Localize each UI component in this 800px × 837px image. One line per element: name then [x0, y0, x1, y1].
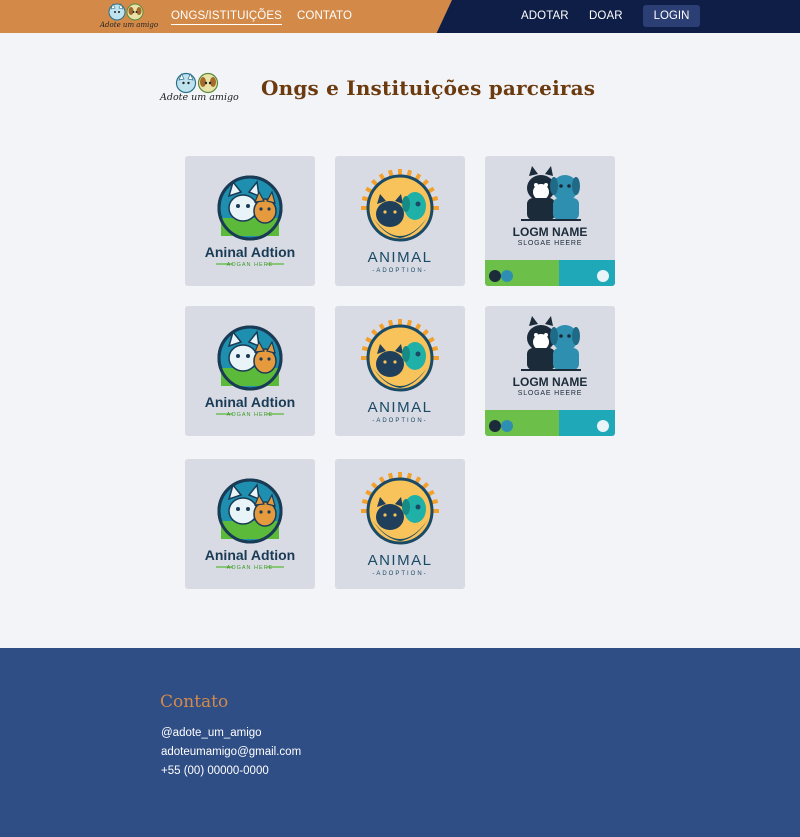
partner-name: ANIMAL: [368, 552, 433, 569]
partner-card[interactable]: ANIMAL -ADOPTION-: [335, 306, 465, 436]
page-logo-text: Adote um amigo: [160, 92, 239, 103]
partner-name: Aninal Adtion: [205, 244, 295, 260]
partner-logo-icon: LOGM NAME SLOGAE HEERE: [485, 316, 615, 436]
nav-link-doar[interactable]: DOAR: [589, 10, 623, 22]
partner-tagline: SLOGAE HEERE: [518, 390, 582, 397]
partner-tagline: -ADOPTION-: [372, 571, 427, 577]
nav-link-ongs[interactable]: ONGS/ISTITUIÇÕES: [171, 10, 282, 25]
partner-name: Aninal Adtion: [205, 547, 295, 563]
partner-logo-icon: LOGM NAME SLOGAE HEERE: [485, 166, 615, 286]
footer-title: Contato: [160, 692, 229, 712]
partner-card[interactable]: LOGM NAME SLOGAE HEERE: [485, 306, 615, 436]
partner-logo-icon: ANIMAL -ADOPTION-: [361, 319, 439, 424]
nav-link-contato[interactable]: CONTATO: [297, 10, 352, 22]
partner-card[interactable]: Aninal Adtion AOGAN HERE: [185, 156, 315, 286]
nav-brand-text: Adote um amigo: [100, 21, 159, 29]
footer: Contato @adote_um_amigo adoteumamigo@gma…: [0, 648, 800, 837]
top-navbar: Adote um amigo ONGS/ISTITUIÇÕES CONTATO …: [0, 0, 800, 33]
partner-logo-icon: Aninal Adtion AOGAN HERE: [205, 478, 295, 571]
partner-card[interactable]: LOGM NAME SLOGAE HEERE: [485, 156, 615, 286]
partner-logo-icon: Aninal Adtion AOGAN HERE: [205, 325, 295, 418]
pets-logo-icon: [108, 3, 144, 21]
partner-logo-icon: Aninal Adtion AOGAN HERE: [205, 175, 295, 268]
page-title: Ongs e Instituições parceiras: [261, 76, 596, 100]
pets-logo-icon: [175, 72, 219, 94]
nav-link-adotar[interactable]: ADOTAR: [521, 10, 569, 22]
footer-instagram[interactable]: @adote_um_amigo: [161, 727, 262, 739]
partner-tagline: -ADOPTION-: [372, 268, 427, 274]
partner-card[interactable]: ANIMAL -ADOPTION-: [335, 459, 465, 589]
partner-name: LOGM NAME: [513, 375, 588, 389]
partner-card[interactable]: Aninal Adtion AOGAN HERE: [185, 459, 315, 589]
footer-phone: +55 (00) 00000-0000: [161, 765, 269, 777]
partner-name: LOGM NAME: [513, 225, 588, 239]
partner-tagline: SLOGAE HEERE: [518, 240, 582, 247]
partner-tagline: AOGAN HERE: [227, 412, 274, 418]
footer-email[interactable]: adoteumamigo@gmail.com: [161, 746, 301, 758]
partner-name: Aninal Adtion: [205, 394, 295, 410]
partner-logo-icon: ANIMAL -ADOPTION-: [361, 472, 439, 577]
partner-name: ANIMAL: [368, 399, 433, 416]
partner-tagline: AOGAN HERE: [227, 262, 274, 268]
page-logo: Adote um amigo: [160, 72, 239, 106]
login-button[interactable]: LOGIN: [643, 5, 700, 27]
partner-name: ANIMAL: [368, 249, 433, 266]
partner-tagline: -ADOPTION-: [372, 418, 427, 424]
partner-logo-icon: ANIMAL -ADOPTION-: [361, 169, 439, 274]
partner-card[interactable]: ANIMAL -ADOPTION-: [335, 156, 465, 286]
partner-tagline: AOGAN HERE: [227, 565, 274, 571]
partner-card[interactable]: Aninal Adtion AOGAN HERE: [185, 306, 315, 436]
nav-brand-logo[interactable]: Adote um amigo: [100, 2, 159, 30]
